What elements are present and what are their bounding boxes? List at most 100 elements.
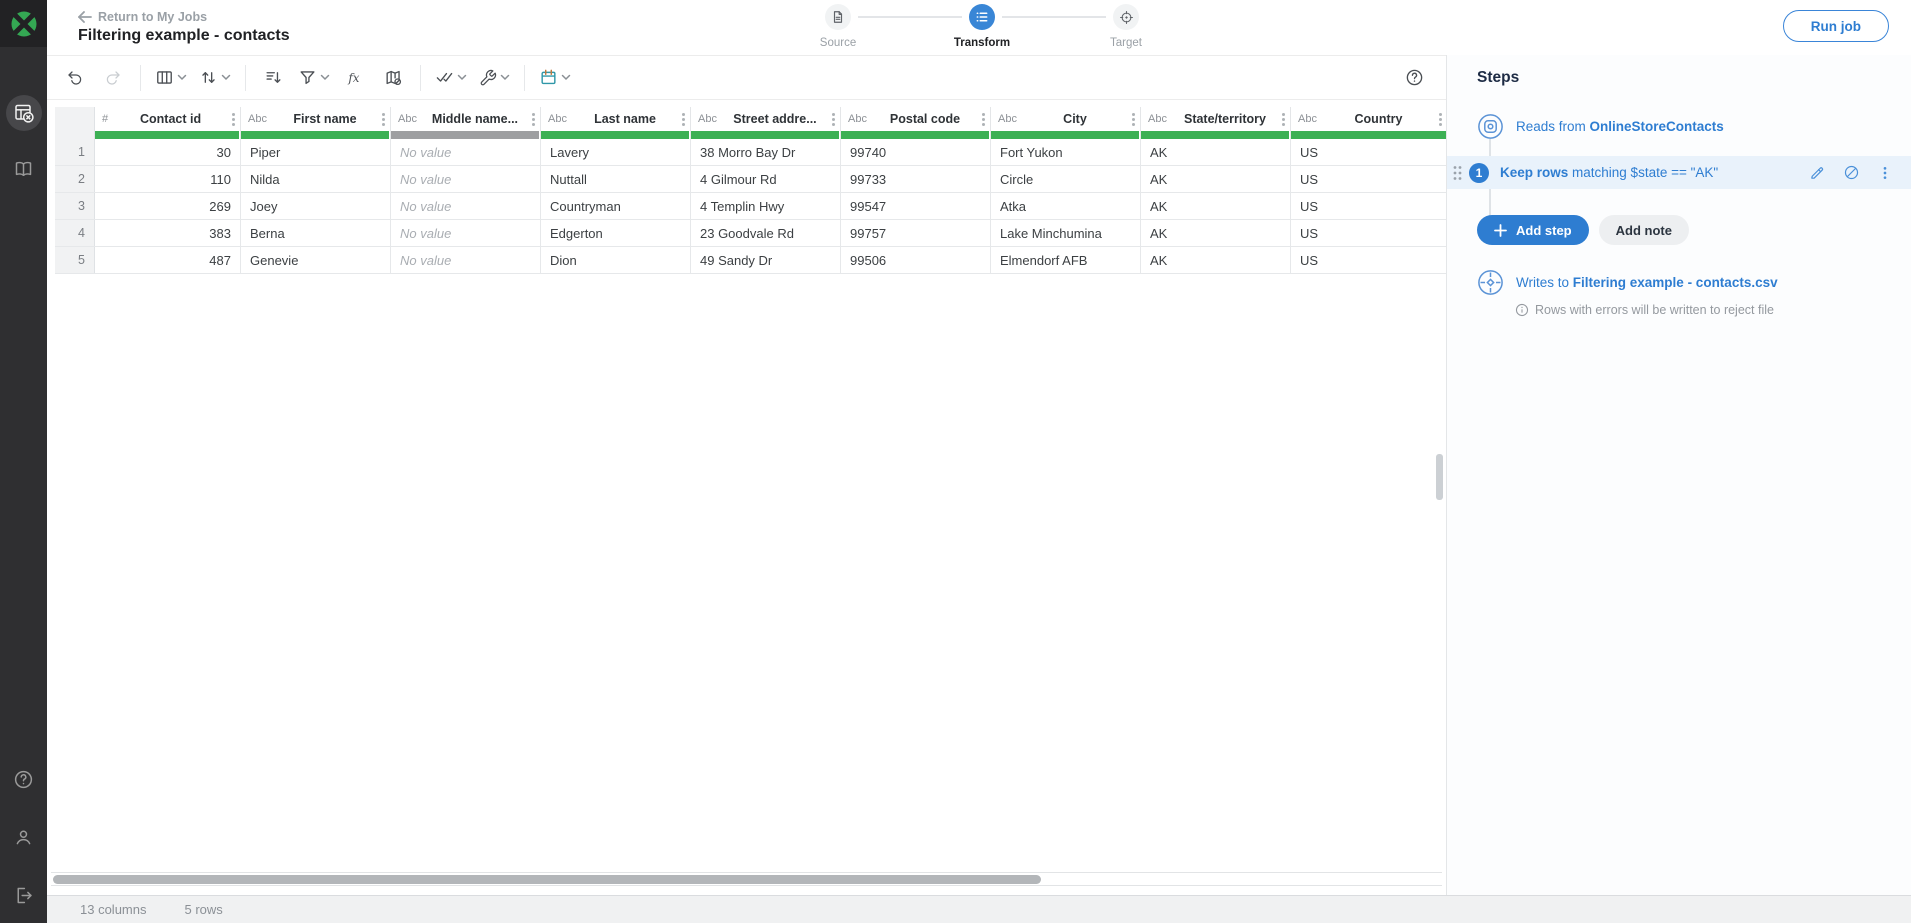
grid-cell[interactable]: 99740 — [841, 139, 991, 165]
grid-cell[interactable]: US — [1291, 220, 1446, 246]
stepper-transform-circle[interactable] — [969, 4, 995, 30]
sort-button[interactable] — [196, 63, 234, 93]
column-menu-icon[interactable] — [532, 113, 535, 126]
grid-cell[interactable]: AK — [1141, 220, 1291, 246]
add-step-button[interactable]: Add step — [1477, 215, 1589, 245]
grid-cell[interactable]: US — [1291, 193, 1446, 219]
read-step-row[interactable]: Reads from OnlineStoreContacts — [1477, 113, 1911, 140]
grid-cell[interactable]: Lavery — [541, 139, 691, 165]
row-number[interactable]: 3 — [55, 193, 95, 219]
stepper-target-circle[interactable] — [1113, 4, 1139, 30]
column-header-state-territory[interactable]: Abc State/territory — [1141, 107, 1291, 139]
grid-cell[interactable]: Nuttall — [541, 166, 691, 192]
date-button[interactable] — [536, 63, 574, 93]
grid-cell[interactable]: 30 — [95, 139, 241, 165]
column-header-postal-code[interactable]: Abc Postal code — [841, 107, 991, 139]
sidebar-item-help[interactable] — [8, 763, 40, 795]
column-menu-icon[interactable] — [982, 113, 985, 126]
column-header-last-name[interactable]: Abc Last name — [541, 107, 691, 139]
sidebar-item-logout[interactable] — [8, 879, 40, 911]
grid-cell[interactable]: 99547 — [841, 193, 991, 219]
function-button[interactable]: fx — [339, 63, 371, 93]
column-header-middle-name[interactable]: Abc Middle name... — [391, 107, 541, 139]
grid-cell[interactable]: Dion — [541, 247, 691, 273]
grid-cell[interactable]: 99506 — [841, 247, 991, 273]
sidebar-item-profile[interactable] — [8, 821, 40, 853]
grid-cell[interactable]: 487 — [95, 247, 241, 273]
tools-button[interactable] — [476, 63, 513, 93]
grid-cell[interactable]: 383 — [95, 220, 241, 246]
grid-cell[interactable]: US — [1291, 247, 1446, 273]
row-number[interactable]: 2 — [55, 166, 95, 192]
grid-cell[interactable]: 4 Gilmour Rd — [691, 166, 841, 192]
grid-cell[interactable]: 269 — [95, 193, 241, 219]
redo-button[interactable] — [97, 63, 129, 93]
grid-cell[interactable]: No value — [391, 220, 541, 246]
grid-cell[interactable]: AK — [1141, 139, 1291, 165]
app-logo[interactable] — [0, 0, 47, 47]
edit-step-button[interactable] — [1809, 164, 1826, 181]
grid-cell[interactable]: 110 — [95, 166, 241, 192]
grid-cell[interactable]: Joey — [241, 193, 391, 219]
grid-cell[interactable]: Fort Yukon — [991, 139, 1141, 165]
columns-button[interactable] — [152, 63, 190, 93]
column-menu-icon[interactable] — [682, 113, 685, 126]
grid-cell[interactable]: Lake Minchumina — [991, 220, 1141, 246]
add-note-button[interactable]: Add note — [1599, 215, 1689, 245]
column-header-country[interactable]: Abc Country — [1291, 107, 1446, 139]
grid-cell[interactable]: No value — [391, 166, 541, 192]
grid-cell[interactable]: Edgerton — [541, 220, 691, 246]
column-header-contact-id[interactable]: # Contact id — [95, 107, 241, 139]
grid-cell[interactable]: Atka — [991, 193, 1141, 219]
grid-cell[interactable]: No value — [391, 247, 541, 273]
horizontal-scrollbar[interactable] — [51, 872, 1442, 886]
write-step-row[interactable]: Writes to Filtering example - contacts.c… — [1477, 269, 1911, 296]
help-button[interactable] — [1398, 63, 1430, 93]
grid-cell[interactable]: Piper — [241, 139, 391, 165]
transform-step-row[interactable]: 1 Keep rows matching $state == "AK" — [1447, 156, 1911, 189]
row-number[interactable]: 1 — [55, 139, 95, 165]
grid-cell[interactable]: US — [1291, 166, 1446, 192]
grid-cell[interactable]: Genevie — [241, 247, 391, 273]
run-job-button[interactable]: Run job — [1783, 10, 1889, 42]
filter-button[interactable] — [295, 63, 333, 93]
column-menu-icon[interactable] — [832, 113, 835, 126]
column-menu-icon[interactable] — [382, 113, 385, 126]
column-menu-icon[interactable] — [1439, 113, 1442, 126]
grid-cell[interactable]: AK — [1141, 193, 1291, 219]
row-number[interactable]: 4 — [55, 220, 95, 246]
grid-cell[interactable]: AK — [1141, 247, 1291, 273]
stepper-source-circle[interactable] — [825, 4, 851, 30]
grid-cell[interactable]: 49 Sandy Dr — [691, 247, 841, 273]
validate-button[interactable] — [432, 63, 470, 93]
grid-cell[interactable]: 4 Templin Hwy — [691, 193, 841, 219]
grid-cell[interactable]: 38 Morro Bay Dr — [691, 139, 841, 165]
undo-button[interactable] — [59, 63, 91, 93]
column-menu-icon[interactable] — [1132, 113, 1135, 126]
grid-cell[interactable]: Countryman — [541, 193, 691, 219]
column-header-street-addre[interactable]: Abc Street addre... — [691, 107, 841, 139]
column-header-city[interactable]: Abc City — [991, 107, 1141, 139]
row-number[interactable]: 5 — [55, 247, 95, 273]
column-menu-icon[interactable] — [232, 113, 235, 126]
grid-cell[interactable]: 99733 — [841, 166, 991, 192]
lookup-button[interactable] — [377, 63, 409, 93]
grid-cell[interactable]: No value — [391, 139, 541, 165]
column-menu-icon[interactable] — [1282, 113, 1285, 126]
grid-cell[interactable]: Circle — [991, 166, 1141, 192]
sidebar-item-workspace[interactable] — [6, 95, 42, 131]
grid-cell[interactable]: AK — [1141, 166, 1291, 192]
disable-step-button[interactable] — [1843, 164, 1860, 181]
drag-handle-icon[interactable] — [1452, 165, 1462, 181]
horizontal-scrollbar-thumb[interactable] — [53, 875, 1041, 884]
column-header-first-name[interactable]: Abc First name — [241, 107, 391, 139]
back-to-jobs-link[interactable]: Return to My Jobs — [78, 10, 290, 24]
vertical-scrollbar[interactable] — [1436, 454, 1443, 500]
grid-cell[interactable]: Berna — [241, 220, 391, 246]
sort-lines-button[interactable] — [257, 63, 289, 93]
step-more-button[interactable] — [1877, 165, 1893, 181]
grid-cell[interactable]: US — [1291, 139, 1446, 165]
grid-cell[interactable]: Nilda — [241, 166, 391, 192]
grid-cell[interactable]: 23 Goodvale Rd — [691, 220, 841, 246]
grid-cell[interactable]: 99757 — [841, 220, 991, 246]
